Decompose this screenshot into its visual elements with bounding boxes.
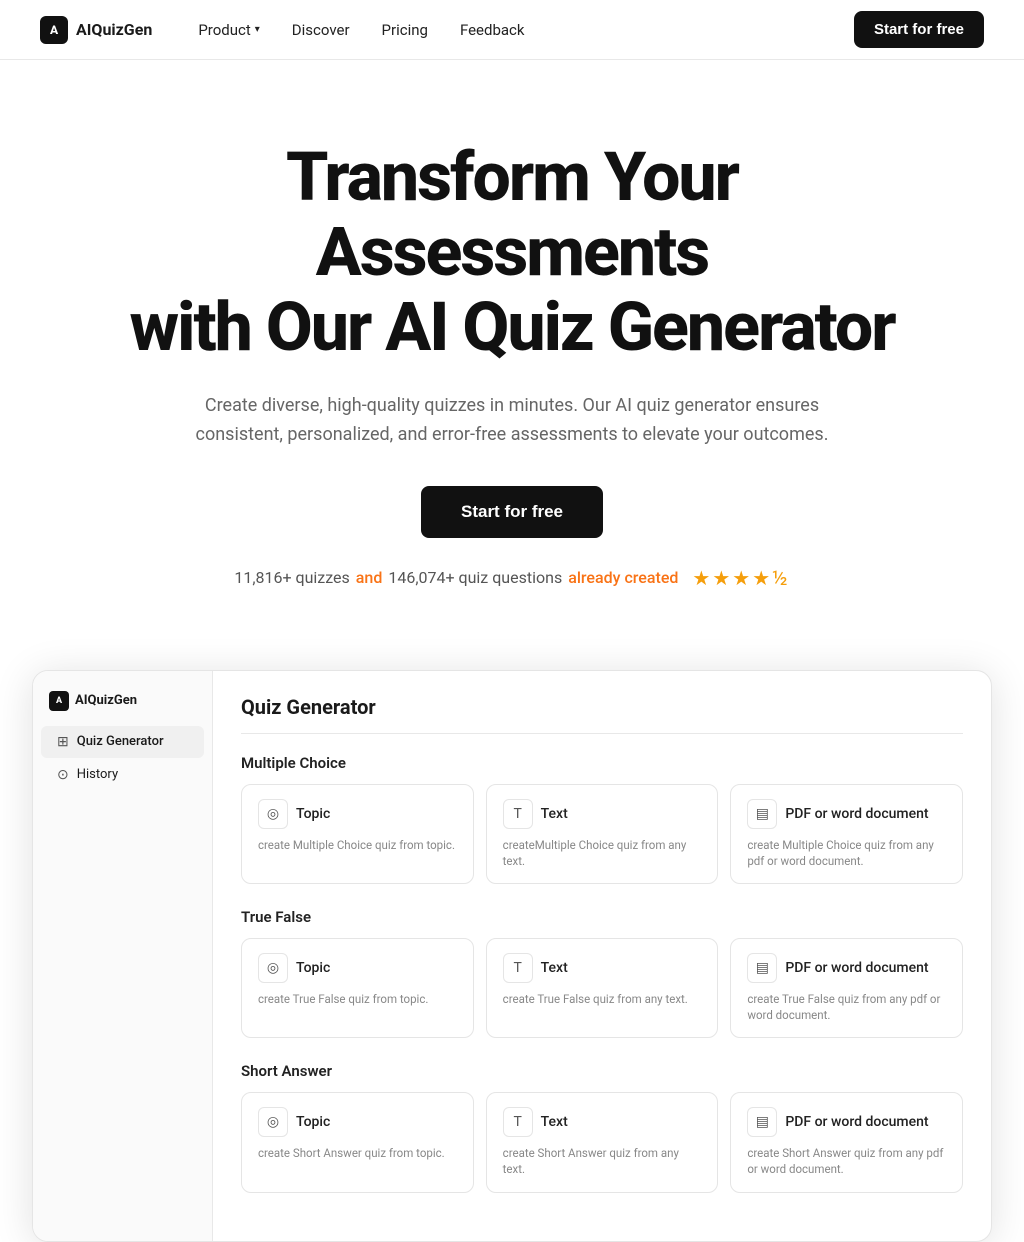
card-mc-pdf[interactable]: ▤ PDF or word document create Multiple C… <box>730 784 963 884</box>
stats-and: and <box>356 568 383 587</box>
card-sa-pdf[interactable]: ▤ PDF or word document create Short Answ… <box>730 1092 963 1192</box>
card-tf-pdf-label: PDF or word document <box>785 960 928 976</box>
main-title: Quiz Generator <box>241 695 963 734</box>
sidebar-brand-name: AIQuizGen <box>75 693 137 708</box>
logo-icon: A <box>40 16 68 44</box>
hero-subtext: Create diverse, high-quality quizzes in … <box>162 392 862 450</box>
card-sa-topic-label: Topic <box>296 1114 330 1130</box>
sidebar-label-history: History <box>77 767 118 782</box>
card-mc-topic-label: Topic <box>296 806 330 822</box>
stats-quizzes: 11,816+ quizzes <box>234 568 349 587</box>
card-sa-pdf-desc: create Short Answer quiz from any pdf or… <box>747 1145 946 1177</box>
nav-discover[interactable]: Discover <box>278 15 364 45</box>
card-tf-text[interactable]: T Text create True False quiz from any t… <box>486 938 719 1038</box>
sidebar-logo-icon: A <box>49 691 69 711</box>
text-icon: T <box>503 799 533 829</box>
card-mc-pdf-label: PDF or word document <box>785 806 928 822</box>
nav-product[interactable]: Product ▾ <box>184 15 273 45</box>
card-mc-text-label: Text <box>541 806 568 822</box>
nav-feedback[interactable]: Feedback <box>446 15 539 45</box>
section-multiple-choice: Multiple Choice ◎ Topic create Multiple … <box>241 754 963 884</box>
card-tf-pdf[interactable]: ▤ PDF or word document create True False… <box>730 938 963 1038</box>
hero-headline: Transform Your Assessments with Our AI Q… <box>102 140 922 364</box>
card-tf-pdf-desc: create True False quiz from any pdf or w… <box>747 991 946 1023</box>
stats-suffix: already created <box>568 568 678 587</box>
topic-icon: ◎ <box>258 799 288 829</box>
history-icon: ⊙ <box>57 767 69 783</box>
stats-questions: 146,074+ quiz questions <box>388 568 562 587</box>
main-content: Quiz Generator Multiple Choice ◎ Topic c… <box>213 671 991 1241</box>
card-sa-text[interactable]: T Text create Short Answer quiz from any… <box>486 1092 719 1192</box>
cards-row-short-answer: ◎ Topic create Short Answer quiz from to… <box>241 1092 963 1192</box>
card-mc-pdf-desc: create Multiple Choice quiz from any pdf… <box>747 837 946 869</box>
nav-pricing[interactable]: Pricing <box>368 15 442 45</box>
text-icon-tf: T <box>503 953 533 983</box>
section-true-false: True False ◎ Topic create True False qui… <box>241 908 963 1038</box>
card-tf-topic-desc: create True False quiz from topic. <box>258 991 457 1007</box>
card-tf-topic[interactable]: ◎ Topic create True False quiz from topi… <box>241 938 474 1038</box>
pdf-icon: ▤ <box>747 799 777 829</box>
nav-left: A AIQuizGen Product ▾ Discover Pricing F… <box>40 15 539 45</box>
star-rating: ★★★★½ <box>692 566 789 590</box>
card-sa-text-label: Text <box>541 1114 568 1130</box>
logo[interactable]: A AIQuizGen <box>40 16 152 44</box>
sidebar-logo: A AIQuizGen <box>33 687 212 725</box>
card-sa-pdf-label: PDF or word document <box>785 1114 928 1130</box>
card-sa-text-desc: create Short Answer quiz from any text. <box>503 1145 702 1177</box>
topic-icon-sa: ◎ <box>258 1107 288 1137</box>
card-sa-topic[interactable]: ◎ Topic create Short Answer quiz from to… <box>241 1092 474 1192</box>
section-short-answer: Short Answer ◎ Topic create Short Answer… <box>241 1062 963 1192</box>
nav-cta-button[interactable]: Start for free <box>854 11 984 48</box>
card-mc-topic-desc: create Multiple Choice quiz from topic. <box>258 837 457 853</box>
pdf-icon-sa: ▤ <box>747 1107 777 1137</box>
text-icon-sa: T <box>503 1107 533 1137</box>
chevron-down-icon: ▾ <box>255 24 260 35</box>
section-title-short-answer: Short Answer <box>241 1062 963 1080</box>
card-sa-topic-desc: create Short Answer quiz from topic. <box>258 1145 457 1161</box>
section-title-true-false: True False <box>241 908 963 926</box>
hero-section: Transform Your Assessments with Our AI Q… <box>62 60 962 630</box>
brand-name: AIQuizGen <box>76 20 152 39</box>
app-preview: A AIQuizGen ⊞ Quiz Generator ⊙ History Q… <box>32 670 992 1242</box>
cards-row-multiple-choice: ◎ Topic create Multiple Choice quiz from… <box>241 784 963 884</box>
navbar: A AIQuizGen Product ▾ Discover Pricing F… <box>0 0 1024 60</box>
card-mc-text[interactable]: T Text createMultiple Choice quiz from a… <box>486 784 719 884</box>
app-preview-wrapper: A AIQuizGen ⊞ Quiz Generator ⊙ History Q… <box>0 630 1024 1242</box>
sidebar-item-quiz-generator[interactable]: ⊞ Quiz Generator <box>41 726 204 758</box>
cards-row-true-false: ◎ Topic create True False quiz from topi… <box>241 938 963 1038</box>
nav-links: Product ▾ Discover Pricing Feedback <box>184 15 538 45</box>
card-mc-text-desc: createMultiple Choice quiz from any text… <box>503 837 702 869</box>
card-tf-topic-label: Topic <box>296 960 330 976</box>
sidebar-label-quiz-generator: Quiz Generator <box>77 734 164 749</box>
card-tf-text-label: Text <box>541 960 568 976</box>
app-sidebar: A AIQuizGen ⊞ Quiz Generator ⊙ History <box>33 671 213 1241</box>
hero-stats: 11,816+ quizzes and 146,074+ quiz questi… <box>102 566 922 590</box>
section-title-multiple-choice: Multiple Choice <box>241 754 963 772</box>
topic-icon-tf: ◎ <box>258 953 288 983</box>
card-mc-topic[interactable]: ◎ Topic create Multiple Choice quiz from… <box>241 784 474 884</box>
pdf-icon-tf: ▤ <box>747 953 777 983</box>
hero-cta-button[interactable]: Start for free <box>421 486 603 538</box>
sidebar-item-history[interactable]: ⊙ History <box>41 759 204 791</box>
quiz-generator-icon: ⊞ <box>57 734 69 750</box>
card-tf-text-desc: create True False quiz from any text. <box>503 991 702 1007</box>
